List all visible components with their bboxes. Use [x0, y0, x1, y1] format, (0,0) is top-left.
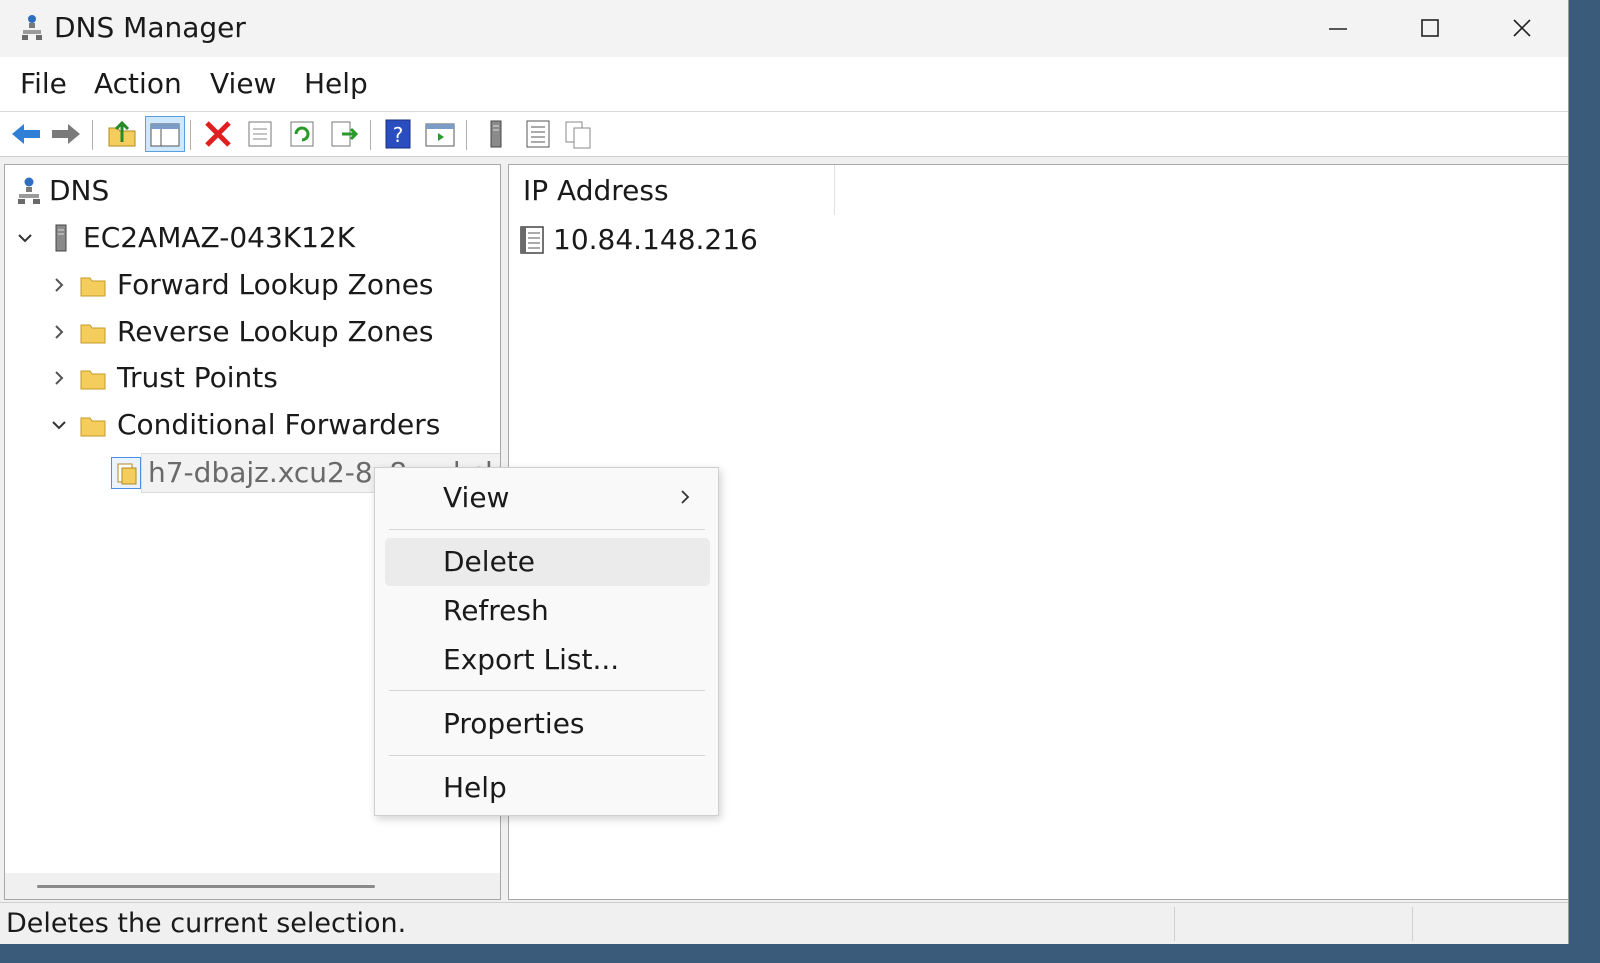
folder-icon [80, 417, 106, 437]
forwarder-zone-icon [111, 457, 141, 489]
chevron-right-icon[interactable] [49, 322, 69, 342]
close-button[interactable] [1476, 0, 1568, 57]
list-icon[interactable] [522, 118, 554, 150]
tree-node-forward-lookup-zones[interactable]: Forward Lookup Zones [5, 265, 495, 305]
title-bar[interactable]: DNS Manager [0, 0, 1568, 57]
context-menu-delete[interactable]: Delete [385, 538, 710, 586]
copy-icon[interactable] [562, 118, 594, 150]
folder-icon [80, 370, 106, 390]
content-area: DNS EC2AMAZ-043K12K Forward Lookup Zones [0, 157, 1568, 902]
record-icon [520, 226, 544, 254]
menu-file[interactable]: File [20, 67, 67, 101]
menu-item-label: View [443, 481, 510, 514]
chevron-right-icon[interactable] [49, 275, 69, 295]
forward-arrow-icon[interactable] [50, 118, 82, 150]
help-icon[interactable]: ? [382, 118, 414, 150]
minimize-button[interactable] [1292, 0, 1384, 57]
maximize-button[interactable] [1384, 0, 1476, 57]
ip-address-value: 10.84.148.216 [553, 223, 758, 256]
status-divider [1412, 907, 1413, 941]
dns-app-icon [22, 15, 42, 40]
context-menu-view[interactable]: View [385, 474, 710, 522]
menu-help[interactable]: Help [304, 67, 368, 101]
export-list-icon[interactable] [328, 118, 360, 150]
up-folder-icon[interactable] [106, 118, 138, 150]
menu-separator [389, 529, 705, 530]
menu-item-label: Refresh [443, 594, 549, 627]
menu-item-label: Properties [443, 707, 585, 740]
show-hide-console-tree-icon [150, 123, 180, 147]
tree-node-reverse-lookup-zones[interactable]: Reverse Lookup Zones [5, 312, 495, 352]
tree-label: Reverse Lookup Zones [117, 315, 434, 348]
menu-separator [389, 690, 705, 691]
tree-label: Conditional Forwarders [117, 408, 441, 441]
tree-label: EC2AMAZ-043K12K [83, 221, 356, 254]
menu-item-label: Help [443, 771, 507, 804]
status-bar: Deletes the current selection. [0, 902, 1568, 944]
menu-view[interactable]: View [210, 67, 276, 101]
svg-text:?: ? [393, 123, 404, 147]
menu-item-label: Delete [443, 545, 535, 578]
window-title: DNS Manager [54, 11, 246, 44]
scrollbar-thumb[interactable] [37, 885, 375, 888]
tree-node-conditional-forwarders[interactable]: Conditional Forwarders [5, 405, 495, 445]
tree-node-server[interactable]: EC2AMAZ-043K12K [5, 218, 495, 258]
context-menu-properties[interactable]: Properties [385, 700, 710, 748]
refresh-icon[interactable] [286, 118, 318, 150]
properties-icon[interactable] [244, 118, 276, 150]
status-divider [1174, 907, 1175, 941]
column-header-ip-address[interactable]: IP Address [509, 165, 835, 215]
toolbar-separator [370, 120, 371, 150]
menu-separator [389, 755, 705, 756]
maximize-icon [1421, 19, 1439, 37]
tree-label: Forward Lookup Zones [117, 268, 434, 301]
chevron-down-icon[interactable] [15, 228, 35, 248]
menu-action[interactable]: Action [94, 67, 182, 101]
context-menu-export-list[interactable]: Export List... [385, 636, 710, 684]
horizontal-scrollbar[interactable] [5, 873, 500, 899]
column-header-label: IP Address [523, 174, 669, 207]
context-menu-help[interactable]: Help [385, 764, 710, 812]
tree-node-trust-points[interactable]: Trust Points [5, 358, 495, 398]
status-message: Deletes the current selection. [6, 908, 407, 939]
dns-manager-window: DNS Manager File Action View Help ? DNS … [0, 0, 1569, 944]
context-menu: View Delete Refresh Export List... Prope… [374, 467, 719, 816]
chevron-right-icon[interactable] [49, 368, 69, 388]
back-arrow-icon[interactable] [10, 118, 42, 150]
console-view-icon[interactable] [424, 118, 456, 150]
toolbar-separator [190, 120, 191, 150]
context-menu-refresh[interactable]: Refresh [385, 587, 710, 635]
menu-item-label: Export List... [443, 643, 620, 676]
server-icon [55, 224, 67, 252]
tree-label: Trust Points [117, 361, 278, 394]
chevron-right-icon [681, 490, 690, 504]
chevron-down-icon[interactable] [49, 415, 69, 435]
folder-icon [80, 324, 106, 344]
folder-icon [80, 277, 106, 297]
show-hide-console-tree-button[interactable] [145, 116, 185, 152]
dns-icon [18, 177, 40, 204]
menu-bar: File Action View Help [0, 57, 1568, 112]
toolbar-separator [92, 120, 93, 150]
tree-node-dns[interactable]: DNS [5, 171, 495, 211]
delete-icon[interactable] [202, 118, 234, 150]
tree-label: DNS [49, 174, 110, 207]
minimize-icon [1329, 28, 1347, 30]
server-icon[interactable] [480, 118, 512, 150]
close-icon [1513, 19, 1531, 37]
toolbar: ? [0, 112, 1568, 157]
toolbar-separator [466, 120, 467, 150]
